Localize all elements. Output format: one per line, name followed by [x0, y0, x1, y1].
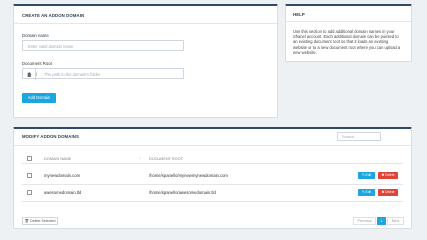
table-header-divider	[22, 163, 403, 164]
row-document-root: /home/spanello/awesomedomain.tld	[149, 190, 216, 195]
delete-button-label: Delete	[385, 190, 395, 194]
search-input[interactable]: Search...	[337, 132, 381, 141]
column-header-document-root[interactable]: Document root	[149, 157, 183, 161]
document-root-slash: /	[36, 72, 38, 77]
domain-name-input[interactable]: Enter valid domain name	[22, 40, 184, 51]
delete-button-label: Delete	[385, 173, 395, 177]
sort-arrow-icon[interactable]: ↓	[139, 156, 141, 160]
add-domain-button[interactable]: Add Domain	[22, 93, 56, 103]
delete-button[interactable]: ✖ Delete	[378, 189, 398, 196]
row-domain: awesomedomain.tld	[44, 190, 82, 195]
help-text-line: new website.	[293, 49, 317, 55]
trash-icon: 🗑	[24, 219, 30, 223]
help-divider	[286, 21, 411, 22]
delete-selected-button[interactable]: 🗑 Delete Selected	[22, 217, 58, 225]
edit-button-label: Edit	[365, 173, 372, 177]
column-header-domain-name[interactable]: Domain name	[44, 157, 71, 161]
select-all-checkbox[interactable]	[27, 156, 32, 161]
row-divider	[22, 184, 403, 185]
create-addon-domain-panel: Create an Addon Domain Domain name Enter…	[13, 4, 278, 118]
delete-button[interactable]: ✖ Delete	[378, 172, 398, 179]
domain-name-placeholder: Enter valid domain name	[28, 44, 74, 49]
row-divider	[22, 201, 403, 202]
input-addon-divider	[35, 69, 36, 80]
create-addon-domain-title: Create an Addon Domain	[22, 13, 85, 18]
modify-addon-domains-title: Modify Addon Domains	[22, 134, 79, 139]
help-title: Help	[293, 12, 305, 17]
search-placeholder: Search...	[342, 135, 358, 139]
document-root-label: Document Root	[22, 61, 52, 66]
help-text: Use this section to add additional domai…	[293, 29, 409, 55]
document-root-placeholder: The path to the domain's folder	[44, 72, 101, 77]
delete-selected-label: Delete Selected	[30, 219, 56, 223]
domain-name-label: Domain name	[22, 33, 49, 38]
panel-divider	[14, 145, 411, 146]
edit-button[interactable]: ✎ Edit	[358, 189, 375, 196]
edit-button-label: Edit	[365, 190, 372, 194]
panel-divider	[14, 23, 277, 24]
row-domain: mynewdomain.com	[44, 173, 81, 178]
modify-addon-domains-panel: Modify Addon Domains Search... Domain na…	[13, 127, 412, 229]
edit-button[interactable]: ✎ Edit	[358, 172, 375, 179]
document-root-input[interactable]: / The path to the domain's folder	[22, 68, 184, 80]
row-checkbox[interactable]	[27, 190, 32, 195]
help-panel: Help Use this section to add additional …	[285, 4, 412, 62]
pagination-next[interactable]: Next	[387, 217, 404, 225]
home-icon	[27, 71, 32, 77]
row-checkbox[interactable]	[27, 173, 32, 178]
row-document-root: /home/spanello/mynewmynewdomain.com	[149, 173, 228, 178]
pagination-previous[interactable]: Previous	[353, 217, 376, 225]
pagination-page-1[interactable]: 1	[377, 217, 386, 225]
